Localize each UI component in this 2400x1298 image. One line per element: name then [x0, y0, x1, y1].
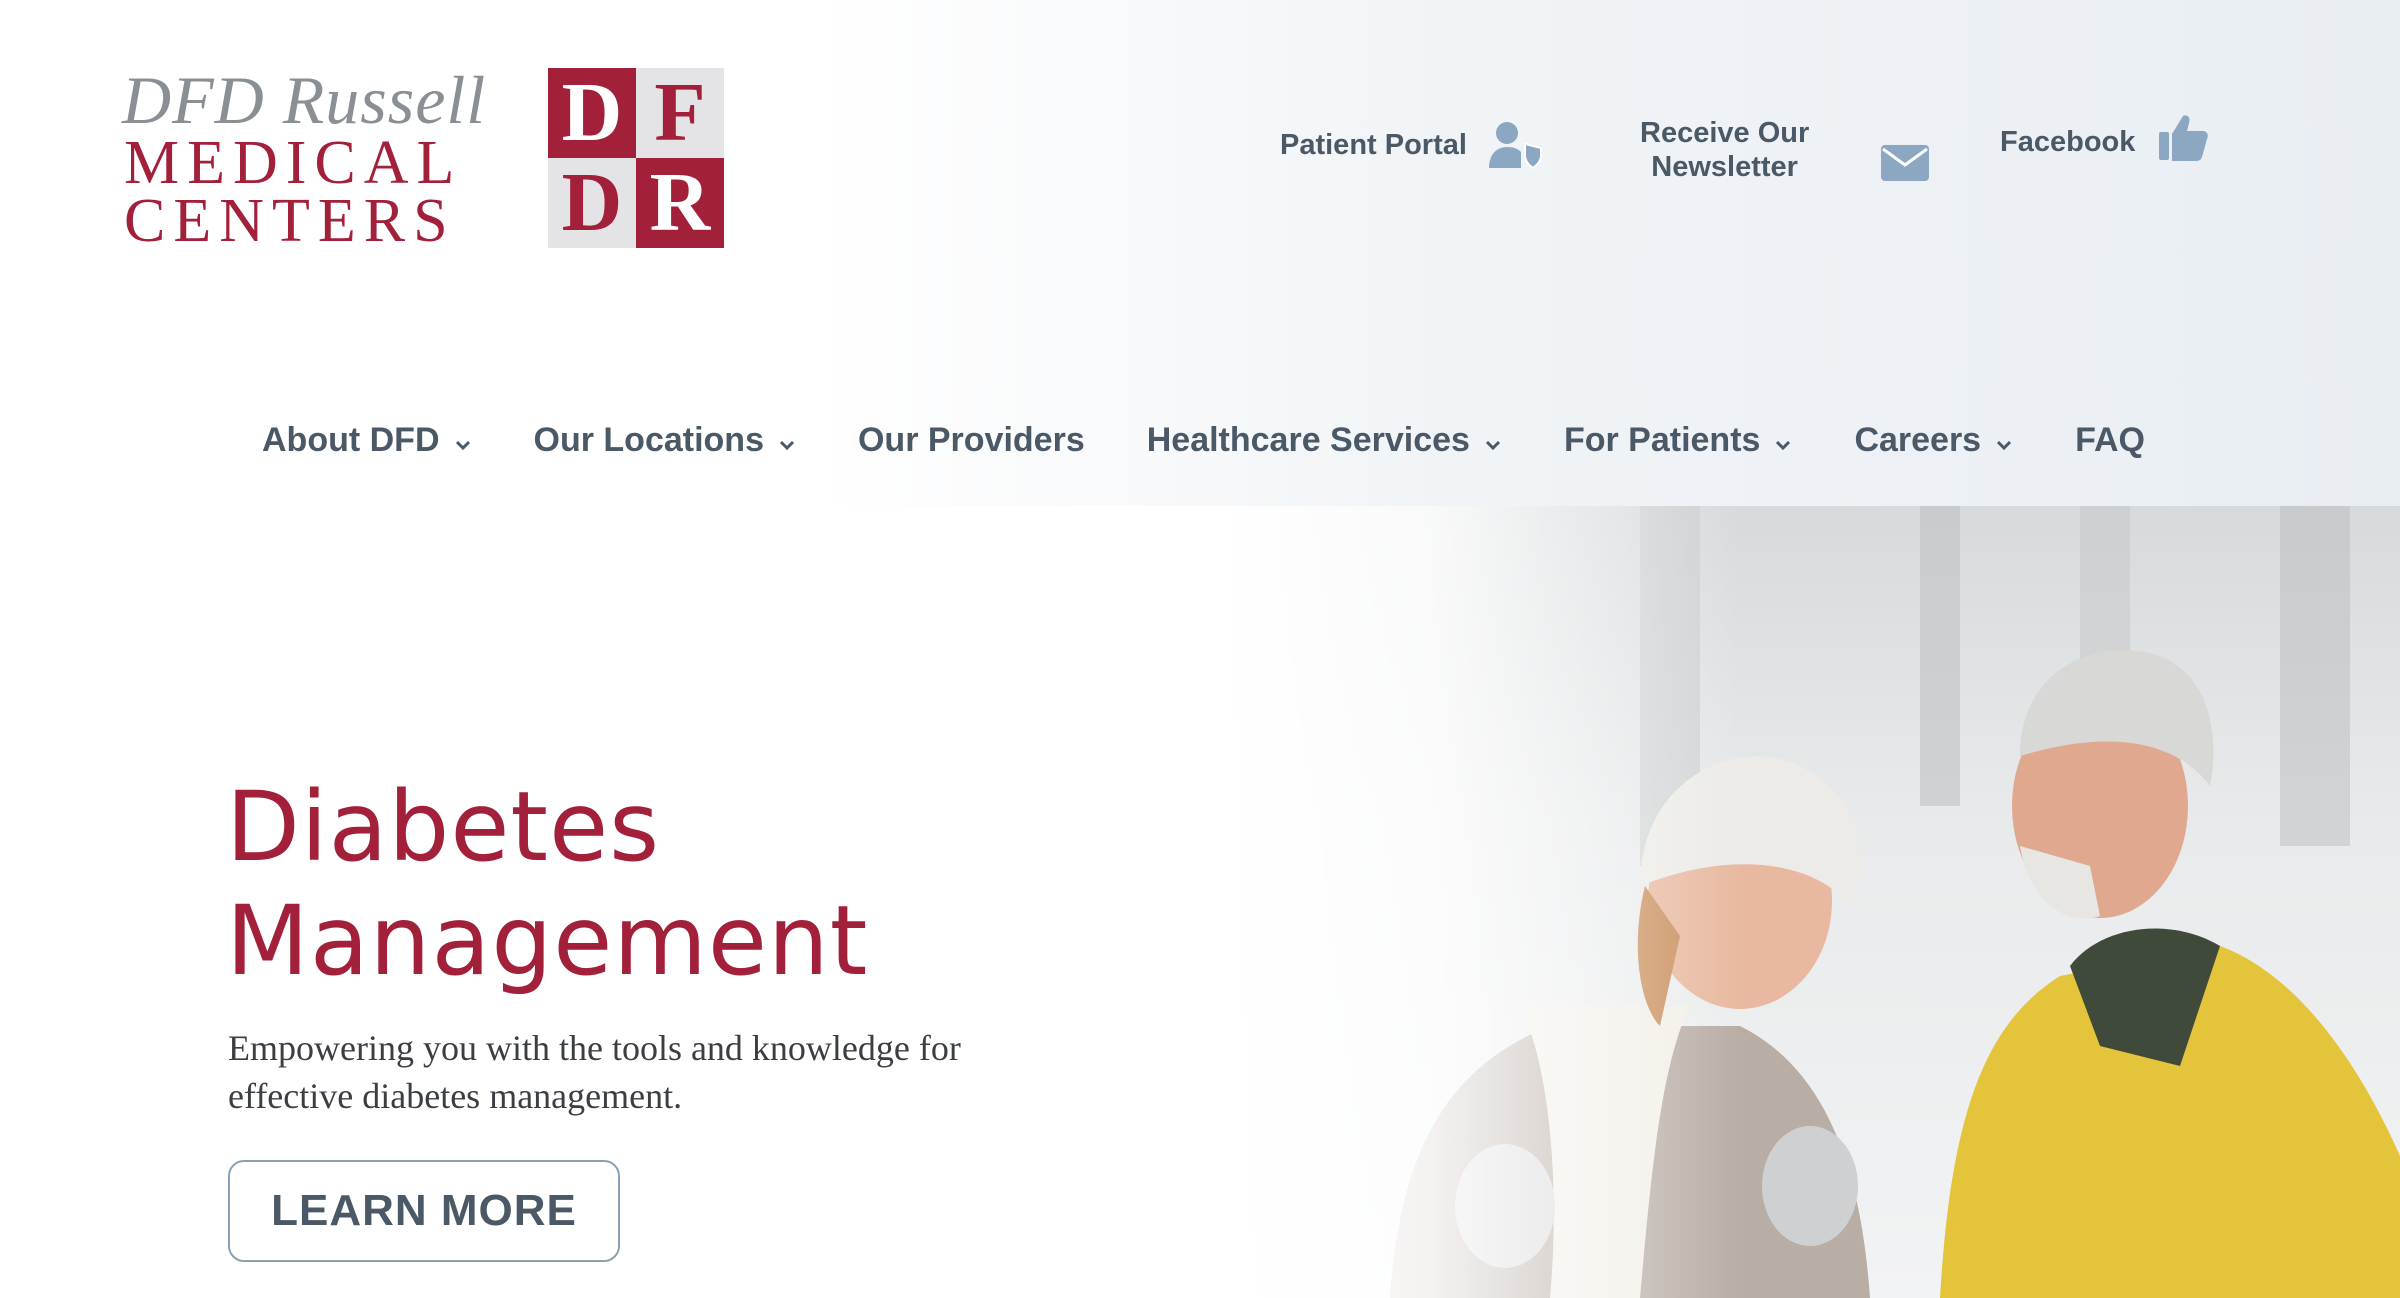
nav-item-label: FAQ: [2075, 420, 2145, 459]
nav-item-label: Healthcare Services: [1146, 420, 1470, 459]
logo-monogram-cell: F: [636, 68, 724, 158]
site-logo[interactable]: DFD Russell MEDICAL CENTERS D F D R: [118, 62, 728, 252]
nav-item-healthcare-services[interactable]: Healthcare Services: [1147, 421, 1502, 460]
envelope-icon: [1881, 145, 1930, 181]
newsletter-label: Receive Our Newsletter: [1640, 116, 1809, 184]
hero-subtitle: Empowering you with the tools and knowle…: [228, 1028, 961, 1116]
hero-title: Diabetes Management: [226, 770, 868, 998]
nav-item-label: Careers: [1854, 420, 1982, 459]
nav-item-label: About DFD: [262, 420, 440, 459]
user-shield-icon: [1487, 120, 1545, 170]
logo-line-centers: CENTERS: [124, 187, 456, 255]
nav-item-label: For Patients: [1563, 420, 1761, 459]
main-nav: About DFD Our Locations Our Providers He…: [262, 410, 2145, 470]
hero-title-line2: Management: [226, 885, 869, 997]
facebook-label: Facebook: [2000, 125, 2136, 158]
logo-script-text: DFD Russell: [122, 62, 487, 138]
chevron-down-icon: [1774, 421, 1792, 460]
patient-portal-link[interactable]: Patient Portal: [1280, 120, 1545, 170]
nav-item-about-dfd[interactable]: About DFD: [262, 421, 472, 460]
nav-item-label: Our Providers: [857, 420, 1085, 459]
nav-item-our-locations[interactable]: Our Locations: [534, 421, 796, 460]
site-header: DFD Russell MEDICAL CENTERS D F D R Pati…: [0, 0, 2400, 506]
thumbs-up-icon: [2157, 112, 2209, 164]
hero-image-fade: [1220, 506, 1740, 1298]
newsletter-label-line2: Newsletter: [1651, 151, 1798, 183]
logo-monogram-cell: R: [636, 158, 724, 248]
newsletter-link[interactable]: Receive Our Newsletter: [1640, 117, 1930, 188]
nav-item-label: Our Locations: [533, 420, 764, 459]
chevron-down-icon: [1995, 421, 2013, 460]
learn-more-button[interactable]: LEARN MORE: [228, 1160, 620, 1262]
logo-line-medical: MEDICAL: [124, 129, 463, 197]
hero-image: [1220, 506, 2400, 1298]
newsletter-label-line1: Receive Our: [1640, 117, 1810, 149]
logo-monogram: D F D R: [548, 68, 724, 248]
patient-portal-label: Patient Portal: [1280, 128, 1467, 161]
logo-monogram-cell: D: [548, 68, 636, 158]
hero-title-line1: Diabetes: [226, 771, 661, 883]
nav-item-faq[interactable]: FAQ: [2075, 421, 2145, 460]
logo-monogram-cell: D: [548, 158, 636, 248]
facebook-link[interactable]: Facebook: [2000, 115, 2209, 164]
chevron-down-icon: [1484, 421, 1502, 460]
nav-item-careers[interactable]: Careers: [1854, 421, 2013, 460]
page: DFD Russell MEDICAL CENTERS D F D R Pati…: [0, 0, 2400, 1298]
nav-item-our-providers[interactable]: Our Providers: [858, 421, 1085, 460]
chevron-down-icon: [454, 421, 472, 460]
chevron-down-icon: [778, 421, 796, 460]
nav-item-for-patients[interactable]: For Patients: [1564, 421, 1792, 460]
